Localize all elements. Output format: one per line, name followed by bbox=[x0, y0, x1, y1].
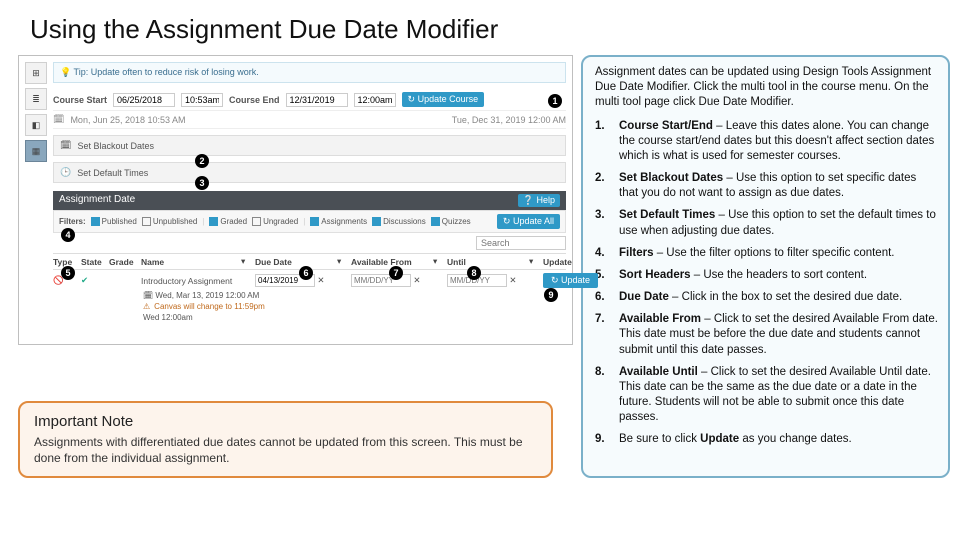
course-start-time[interactable] bbox=[181, 93, 223, 107]
start-long-date: Mon, Jun 25, 2018 10:53 AM bbox=[70, 115, 185, 125]
clock-icon: 🕒 bbox=[60, 167, 71, 178]
page-title: Using the Assignment Due Date Modifier bbox=[0, 0, 960, 55]
calendar-icon: ▦ bbox=[25, 140, 47, 162]
filter-published[interactable]: Published bbox=[91, 217, 137, 226]
state-icon: ✔ bbox=[81, 275, 109, 286]
step-item: 7.Available From – Click to set the desi… bbox=[595, 312, 938, 358]
blackout-dates-row[interactable]: 🗓 Set Blackout Dates bbox=[53, 135, 566, 156]
filter-discussions[interactable]: Discussions bbox=[372, 217, 426, 226]
filter-unpublished[interactable]: Unpublished bbox=[142, 217, 197, 226]
help-button[interactable]: ❔ Help bbox=[518, 194, 560, 207]
marker-2: 2 bbox=[195, 154, 209, 168]
row-subdate: 🗓 Wed, Mar 13, 2019 12:00 AM bbox=[53, 291, 566, 300]
course-end-label: Course End bbox=[229, 95, 280, 105]
note-title: Important Note bbox=[34, 413, 537, 430]
course-start-date[interactable] bbox=[113, 93, 175, 107]
filter-ungraded[interactable]: Ungraded bbox=[252, 217, 298, 226]
instructions-panel: Assignment dates can be updated using De… bbox=[581, 55, 950, 478]
filter-assignments[interactable]: Assignments bbox=[310, 217, 367, 226]
marker-9: 9 bbox=[544, 288, 558, 302]
step-item: 6.Due Date – Click in the box to set the… bbox=[595, 290, 938, 305]
intro-text: Assignment dates can be updated using De… bbox=[595, 65, 938, 111]
tool-screenshot: ⊞ ≣ ◧ ▦ 💡 Tip: Update often to reduce ri… bbox=[18, 55, 573, 345]
canvas-warning: ⚠ Canvas will change to 11:59pm bbox=[53, 300, 566, 313]
course-start-label: Course Start bbox=[53, 95, 107, 105]
marker-1: 1 bbox=[548, 94, 562, 108]
important-note-box: Important Note Assignments with differen… bbox=[18, 401, 553, 478]
step-item: 8.Available Until – Click to set the des… bbox=[595, 365, 938, 426]
step-item: 2.Set Blackout Dates – Use this option t… bbox=[595, 171, 938, 201]
note-body: Assignments with differentiated due date… bbox=[34, 434, 537, 466]
course-end-date[interactable] bbox=[286, 93, 348, 107]
sidebar-icon: ≣ bbox=[25, 88, 47, 110]
marker-8: 8 bbox=[467, 266, 481, 280]
end-long-date: Tue, Dec 31, 2019 12:00 AM bbox=[452, 115, 566, 125]
step-item: 3.Set Default Times – Use this option to… bbox=[595, 208, 938, 238]
search-input[interactable] bbox=[476, 236, 566, 250]
marker-3: 3 bbox=[195, 176, 209, 190]
default-times-row[interactable]: 🕒 Set Default Times bbox=[53, 162, 566, 183]
assignment-name: Introductory Assignment bbox=[141, 276, 241, 286]
screenshot-sidebar: ⊞ ≣ ◧ ▦ bbox=[25, 62, 49, 162]
filter-row: Filters: Published Unpublished | Graded … bbox=[53, 210, 566, 233]
step-item: 4.Filters – Use the filter options to fi… bbox=[595, 246, 938, 261]
sidebar-icon: ⊞ bbox=[25, 62, 47, 84]
tip-banner: 💡 Tip: Update often to reduce risk of lo… bbox=[53, 62, 566, 83]
filter-quizzes[interactable]: Quizzes bbox=[431, 217, 471, 226]
marker-5: 5 bbox=[61, 266, 75, 280]
update-all-button[interactable]: ↻ Update All bbox=[497, 214, 560, 229]
calendar-icon: 🗓 bbox=[53, 114, 64, 125]
assignment-date-header: Assignment Date bbox=[59, 194, 135, 207]
step-item: 1.Course Start/End – Leave this dates al… bbox=[595, 119, 938, 165]
sidebar-icon: ◧ bbox=[25, 114, 47, 136]
step-item: 9.Be sure to click Update as you change … bbox=[595, 432, 938, 447]
marker-4: 4 bbox=[61, 228, 75, 242]
row-update-button[interactable]: ↻ Update bbox=[543, 273, 598, 288]
step-item: 5.Sort Headers – Use the headers to sort… bbox=[595, 268, 938, 283]
update-course-button[interactable]: ↻ Update Course bbox=[402, 92, 485, 107]
course-end-time[interactable] bbox=[354, 93, 396, 107]
canvas-warning-2: Wed 12:00am bbox=[53, 313, 566, 322]
filter-graded[interactable]: Graded bbox=[209, 217, 247, 226]
calendar-icon: 🗓 bbox=[60, 140, 71, 151]
marker-7: 7 bbox=[389, 266, 403, 280]
marker-6: 6 bbox=[299, 266, 313, 280]
